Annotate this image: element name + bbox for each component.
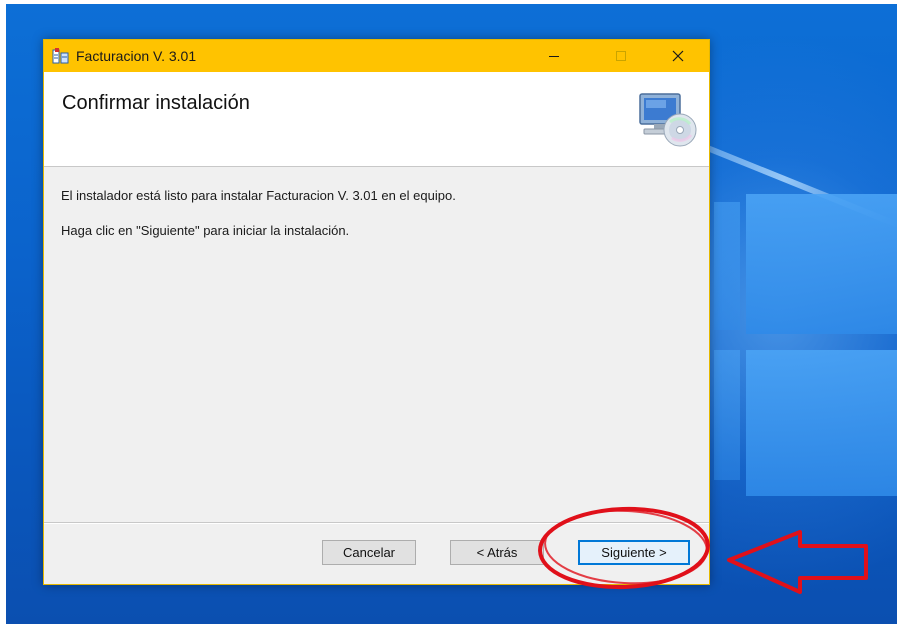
maximize-icon bbox=[616, 51, 626, 61]
page-title: Confirmar instalación bbox=[62, 92, 250, 114]
ready-message: El instalador está listo para instalar F… bbox=[61, 188, 456, 203]
installer-app-icon bbox=[52, 48, 69, 64]
wallpaper-pane bbox=[746, 350, 897, 496]
wallpaper-pane bbox=[714, 202, 740, 330]
window-title: Facturacion V. 3.01 bbox=[76, 48, 197, 64]
wallpaper-pane bbox=[746, 194, 897, 334]
computer-cd-icon bbox=[639, 93, 697, 147]
back-button[interactable]: < Atrás bbox=[450, 540, 544, 565]
maximize-button[interactable] bbox=[598, 40, 644, 72]
title-bar[interactable]: Facturacion V. 3.01 bbox=[44, 40, 709, 72]
close-icon bbox=[672, 50, 684, 62]
footer-separator bbox=[44, 522, 709, 524]
close-button[interactable] bbox=[655, 40, 701, 72]
minimize-icon bbox=[549, 56, 559, 57]
wizard-header: Confirmar instalación bbox=[44, 72, 709, 167]
desktop: Facturacion V. 3.01 Confirmar instalació… bbox=[0, 0, 897, 628]
minimize-button[interactable] bbox=[531, 40, 577, 72]
installer-window: Facturacion V. 3.01 Confirmar instalació… bbox=[43, 39, 710, 585]
instruction-message: Haga clic en "Siguiente" para iniciar la… bbox=[61, 223, 350, 238]
cancel-button[interactable]: Cancelar bbox=[322, 540, 416, 565]
wallpaper-pane bbox=[714, 350, 740, 480]
next-button[interactable]: Siguiente > bbox=[578, 540, 690, 565]
